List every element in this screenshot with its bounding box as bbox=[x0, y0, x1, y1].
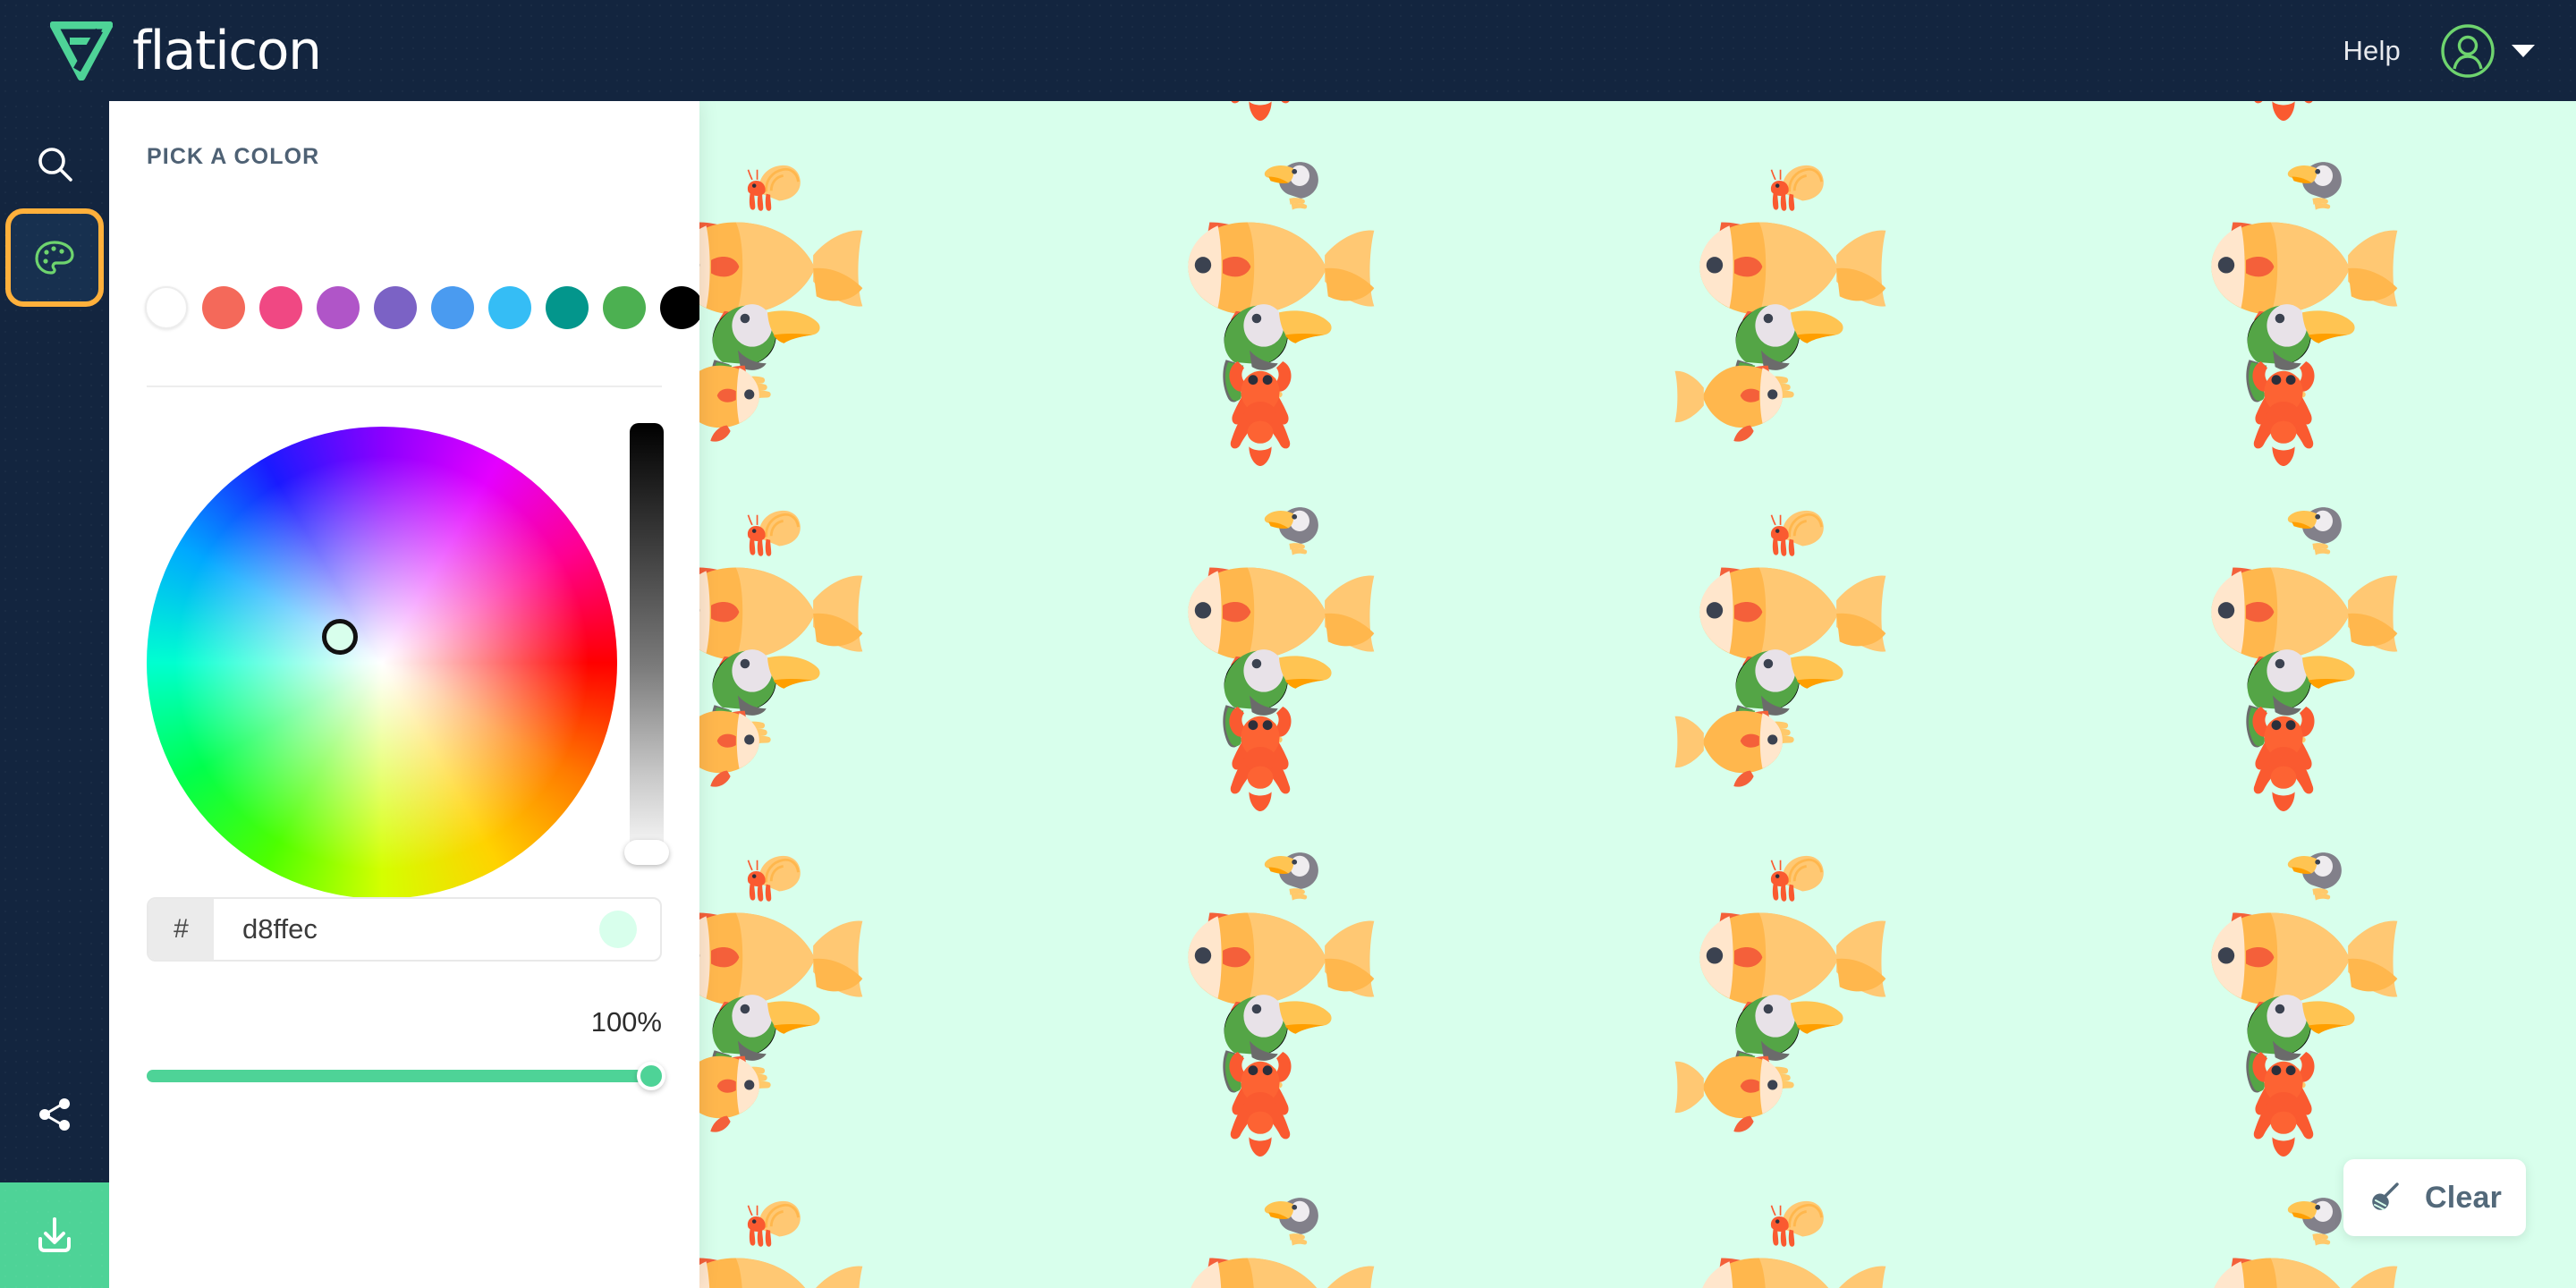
goldfish-icon bbox=[1699, 1258, 1886, 1288]
brightness-slider-handle[interactable] bbox=[624, 840, 669, 865]
color-swatch-row bbox=[145, 286, 699, 329]
share-icon bbox=[39, 1098, 70, 1131]
brand[interactable]: flaticon bbox=[50, 19, 322, 82]
clear-button-label: Clear bbox=[2424, 1180, 2503, 1215]
flaticon-logo-icon bbox=[50, 21, 113, 80]
toucan-grey-icon bbox=[1264, 162, 1318, 210]
goldfish-icon bbox=[699, 1258, 863, 1288]
color-wheel-cursor[interactable] bbox=[322, 619, 358, 655]
opacity-slider-thumb[interactable] bbox=[637, 1062, 665, 1090]
search-icon bbox=[38, 148, 72, 182]
toucan-grey-icon bbox=[2287, 507, 2342, 555]
color-picker-panel: PICK A COLOR # 100% bbox=[109, 101, 699, 1288]
clear-button[interactable]: Clear bbox=[2343, 1159, 2526, 1236]
panel-title: PICK A COLOR bbox=[147, 144, 320, 169]
goldfish-icon bbox=[1188, 1258, 1375, 1288]
hermit-crab-icon bbox=[1769, 1199, 1826, 1249]
color-swatch-black[interactable] bbox=[660, 286, 699, 329]
lobster-icon bbox=[1229, 707, 1292, 811]
color-swatch-blue[interactable] bbox=[431, 286, 474, 329]
header-right: Help bbox=[2343, 23, 2535, 79]
lobster-icon bbox=[2252, 1052, 2315, 1157]
sidebar-item-palette[interactable] bbox=[5, 208, 104, 307]
toucan-grey-icon bbox=[1264, 1198, 1318, 1246]
hex-input[interactable] bbox=[214, 899, 599, 960]
palette-icon bbox=[35, 241, 74, 275]
chevron-down-icon[interactable] bbox=[2512, 44, 2535, 57]
toucan-grey-icon bbox=[1264, 852, 1318, 901]
goldfish-icon bbox=[699, 365, 759, 442]
color-swatch-coral[interactable] bbox=[202, 286, 245, 329]
panel-divider bbox=[147, 386, 662, 387]
help-link[interactable]: Help bbox=[2343, 35, 2401, 67]
opacity-slider-track bbox=[147, 1070, 662, 1082]
download-icon bbox=[38, 1217, 71, 1252]
hermit-crab-icon bbox=[746, 1199, 802, 1249]
color-swatch-violet[interactable] bbox=[374, 286, 417, 329]
goldfish-icon bbox=[1674, 710, 1783, 787]
hermit-crab-icon bbox=[746, 164, 802, 213]
broom-icon bbox=[2372, 1182, 2399, 1210]
pattern-artboard bbox=[699, 101, 2398, 1288]
color-swatch-white[interactable] bbox=[145, 286, 188, 329]
hermit-crab-icon bbox=[1769, 509, 1826, 558]
user-avatar-icon bbox=[2441, 23, 2495, 78]
account-menu[interactable] bbox=[2440, 23, 2535, 79]
sidebar-item-search[interactable] bbox=[11, 121, 98, 208]
hermit-crab-icon bbox=[1769, 164, 1826, 213]
lobster-icon bbox=[2252, 101, 2315, 121]
brightness-slider[interactable] bbox=[630, 423, 664, 863]
lobster-icon bbox=[2252, 707, 2315, 811]
color-swatch-light-blue[interactable] bbox=[488, 286, 531, 329]
brand-name: flaticon bbox=[132, 19, 322, 82]
goldfish-icon bbox=[1674, 1055, 1783, 1132]
sidebar-item-download[interactable] bbox=[0, 1182, 109, 1288]
color-swatch-magenta[interactable] bbox=[317, 286, 360, 329]
color-wheel-area bbox=[147, 423, 669, 910]
color-wheel[interactable] bbox=[147, 427, 617, 899]
top-header: flaticon Help bbox=[0, 0, 2576, 101]
hex-color-preview bbox=[599, 911, 637, 948]
hermit-crab-icon bbox=[746, 509, 802, 558]
opacity-slider[interactable] bbox=[147, 1062, 665, 1090]
color-swatch-green[interactable] bbox=[603, 286, 646, 329]
opacity-value-label: 100% bbox=[590, 1006, 662, 1038]
hex-color-field[interactable]: # bbox=[147, 897, 662, 962]
hermit-crab-icon bbox=[1769, 854, 1826, 903]
goldfish-icon bbox=[1674, 365, 1783, 442]
goldfish-icon bbox=[2211, 1258, 2398, 1288]
color-swatch-pink[interactable] bbox=[259, 286, 302, 329]
hermit-crab-icon bbox=[746, 854, 802, 903]
toucan-grey-icon bbox=[2287, 1198, 2342, 1246]
hex-prefix-label: # bbox=[148, 899, 214, 960]
sidebar-item-share[interactable] bbox=[11, 1071, 98, 1158]
goldfish-icon bbox=[699, 710, 759, 787]
toucan-grey-icon bbox=[2287, 162, 2342, 210]
pattern-canvas[interactable]: Clear bbox=[699, 101, 2576, 1288]
toucan-grey-icon bbox=[1264, 507, 1318, 555]
goldfish-icon bbox=[699, 1055, 759, 1132]
left-rail bbox=[0, 101, 109, 1288]
lobster-icon bbox=[1229, 361, 1292, 466]
lobster-icon bbox=[1229, 1052, 1292, 1157]
lobster-icon bbox=[2252, 361, 2315, 466]
toucan-grey-icon bbox=[2287, 852, 2342, 901]
color-swatch-teal[interactable] bbox=[546, 286, 589, 329]
lobster-icon bbox=[1229, 101, 1292, 121]
